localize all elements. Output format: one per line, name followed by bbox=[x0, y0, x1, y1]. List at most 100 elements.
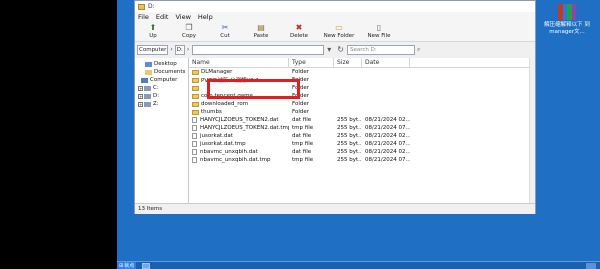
file-size: 255 byt... bbox=[337, 141, 362, 147]
cut-button[interactable]: ✂ Cut bbox=[207, 21, 243, 41]
start-button[interactable]: ⊞ 就点 bbox=[117, 262, 137, 269]
search-icon[interactable]: ⌕ bbox=[417, 46, 420, 54]
expand-icon[interactable]: + bbox=[138, 85, 143, 91]
toolbar-label: Cut bbox=[220, 33, 230, 39]
toolbar-label: Paste bbox=[253, 33, 269, 39]
refresh-icon[interactable]: ↻ bbox=[337, 45, 344, 54]
toolbar-label: Delete bbox=[289, 33, 309, 39]
file-icon bbox=[192, 141, 197, 147]
path-input[interactable] bbox=[192, 44, 325, 55]
tree-item-label: D: bbox=[153, 93, 160, 99]
tree-item[interactable]: Computer bbox=[135, 76, 188, 84]
breadcrumb-computer[interactable]: Computer bbox=[137, 44, 169, 55]
file-name-cell: jusorkat.dat bbox=[189, 133, 289, 139]
folder-icon bbox=[192, 109, 199, 115]
menu-help[interactable]: Help bbox=[198, 13, 213, 21]
file-row[interactable]: jusorkat.dat dat file 255 byt... 08/21/2024… bbox=[189, 132, 535, 140]
tree-item[interactable]: + C: bbox=[135, 84, 188, 92]
tree-item-label: Desktop bbox=[154, 61, 177, 67]
file-name: downloaded_rom bbox=[201, 101, 249, 107]
folder-icon bbox=[192, 69, 199, 75]
tree-item[interactable]: Desktop bbox=[135, 60, 188, 68]
file-row[interactable]: thumbs Folder bbox=[189, 108, 535, 116]
desktop-shortcut[interactable]: 解压缩解释以下 到manager文... bbox=[540, 4, 594, 36]
paste-icon: ▤ bbox=[257, 23, 265, 32]
new-folder-button[interactable]: ▭ New Folder bbox=[319, 21, 359, 41]
column-date[interactable]: Date bbox=[362, 58, 410, 67]
system-tray[interactable] bbox=[586, 262, 596, 269]
tree-item-label: Z: bbox=[153, 101, 159, 107]
desktop-shortcut-label: 解压缩解释以下 到manager文... bbox=[544, 22, 590, 35]
vertical-scrollbar[interactable] bbox=[529, 58, 535, 203]
file-size: 255 byt... bbox=[337, 125, 362, 131]
file-name-cell: HANYCJLZOEUS_TOKEN2.dat bbox=[189, 117, 289, 123]
toolbar-label: New File bbox=[367, 33, 391, 39]
column-name[interactable]: Name bbox=[189, 58, 289, 67]
chevron-right-icon[interactable]: › bbox=[170, 46, 172, 53]
column-size[interactable]: Size bbox=[334, 58, 362, 67]
title-bar[interactable]: D: bbox=[135, 1, 535, 12]
file-explorer-window: D: File Edit View Help ⬆ Up ❐ Copy ✂ Cut ▤ Past… bbox=[134, 0, 536, 214]
file-date: 08/21/2024 07... bbox=[365, 157, 410, 163]
tree-item[interactable]: + D: bbox=[135, 92, 188, 100]
window-title: D: bbox=[148, 3, 155, 10]
folder-icon bbox=[192, 93, 199, 99]
folder-icon bbox=[192, 101, 199, 107]
copy-button[interactable]: ❐ Copy bbox=[171, 21, 207, 41]
chevron-right-icon[interactable]: › bbox=[187, 46, 189, 53]
folder-icon bbox=[192, 85, 199, 91]
taskbar: ⊞ 就点 bbox=[117, 261, 600, 269]
file-name-cell: thumbs bbox=[189, 109, 289, 115]
tree-item[interactable]: + Z: bbox=[135, 100, 188, 108]
folder-icon bbox=[145, 69, 152, 75]
file-icon bbox=[192, 117, 197, 123]
address-bar: Computer › D: › ▾ ↻ Search D: ⌕ bbox=[135, 42, 535, 57]
paste-button[interactable]: ▤ Paste bbox=[243, 21, 279, 41]
new-file-button[interactable]: ▯ New File bbox=[359, 21, 399, 41]
status-bar: 13 Items bbox=[135, 203, 535, 214]
tree-item-label: C: bbox=[153, 85, 159, 91]
taskbar-explorer-button[interactable] bbox=[142, 262, 151, 269]
delete-button[interactable]: ✖ Delete bbox=[279, 21, 319, 41]
folder-tree: Desktop Documents Computer + C: + D: + Z: bbox=[135, 58, 189, 203]
file-icon bbox=[192, 149, 197, 155]
expand-icon[interactable]: + bbox=[138, 93, 143, 99]
start-label: 就点 bbox=[124, 263, 135, 269]
file-row[interactable]: nbavmc_unxqbih.dat dat file 255 byt... 08/2… bbox=[189, 148, 535, 156]
up-arrow-icon: ⬆ bbox=[149, 23, 157, 32]
file-type: Folder bbox=[292, 109, 309, 115]
expand-icon[interactable]: + bbox=[138, 101, 143, 107]
toolbar-label: Copy bbox=[182, 33, 196, 39]
file-name: HANYCJLZOEUS_TOKEN2.dat.tmp bbox=[200, 125, 289, 131]
dropdown-icon[interactable]: ▾ bbox=[327, 45, 331, 54]
file-type: dat file bbox=[292, 117, 312, 123]
folder-icon bbox=[144, 93, 151, 99]
file-row[interactable]: nbavmc_unxqbih.dat.tmp tmp file 255 byt...… bbox=[189, 156, 535, 164]
menu-file[interactable]: File bbox=[138, 13, 149, 21]
toolbar-label: Up bbox=[149, 33, 157, 39]
delete-icon: ✖ bbox=[295, 23, 303, 32]
folder-icon bbox=[144, 85, 151, 91]
copy-icon: ❐ bbox=[185, 23, 193, 32]
tree-item[interactable]: Documents bbox=[135, 68, 188, 76]
file-date: 08/21/2024 02... bbox=[365, 133, 410, 139]
file-row[interactable]: HANYCJLZOEUS_TOKEN2.dat.tmp tmp file 255 b… bbox=[189, 124, 535, 132]
menu-view[interactable]: View bbox=[175, 13, 190, 21]
search-input[interactable]: Search D: bbox=[346, 44, 415, 55]
breadcrumb-drive[interactable]: D: bbox=[174, 44, 185, 55]
file-name-cell: HANYCJLZOEUS_TOKEN2.dat.tmp bbox=[189, 125, 289, 131]
menu-edit[interactable]: Edit bbox=[156, 13, 169, 21]
new-file-icon: ▯ bbox=[376, 23, 382, 32]
file-row[interactable]: downloaded_rom Folder bbox=[189, 100, 535, 108]
file-type: Folder bbox=[292, 101, 309, 107]
file-size: 255 byt... bbox=[337, 157, 362, 163]
folder-icon bbox=[145, 61, 152, 67]
file-name-cell: downloaded_rom bbox=[189, 101, 289, 107]
file-row[interactable]: jusorkat.dat.tmp tmp file 255 byt... 08/21/… bbox=[189, 140, 535, 148]
up-button[interactable]: ⬆ Up bbox=[135, 21, 171, 41]
column-type[interactable]: Type bbox=[289, 58, 334, 67]
file-row[interactable]: DLManager Folder bbox=[189, 68, 535, 76]
file-size: 255 byt... bbox=[337, 117, 362, 123]
file-row[interactable]: HANYCJLZOEUS_TOKEN2.dat dat file 255 byt..… bbox=[189, 116, 535, 124]
file-icon bbox=[192, 133, 197, 139]
